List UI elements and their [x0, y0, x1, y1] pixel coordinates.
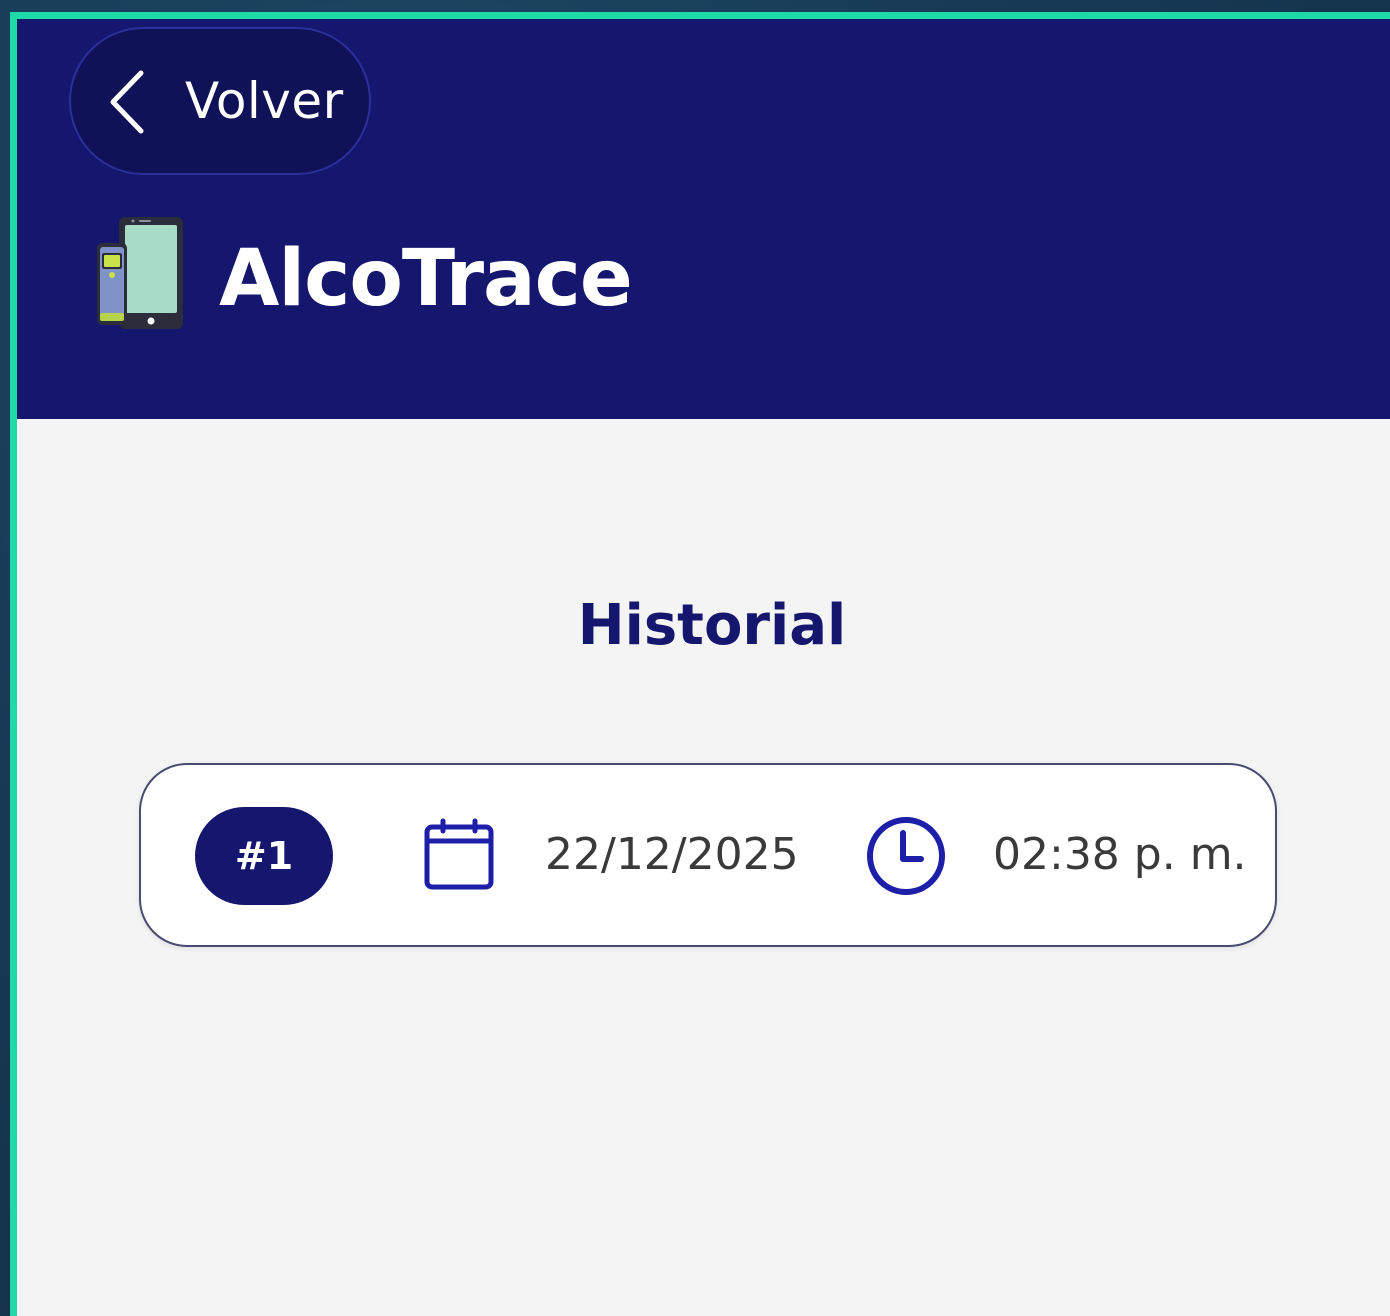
calendar-icon [424, 818, 494, 890]
page-title: Historial [577, 593, 847, 658]
record-time: 02:38 p. m. [993, 829, 1247, 880]
app-window: Volver AlcoTrace Historial #1 22/12/2025… [10, 12, 1390, 1316]
app-title: AlcoTrace [219, 234, 633, 324]
back-button[interactable]: Volver [69, 27, 371, 175]
breathalyzer-phone-logo-icon [97, 217, 183, 329]
chevron-left-icon [110, 70, 144, 134]
history-record-card[interactable]: #1 22/12/2025 02:38 p. m. [139, 763, 1277, 947]
back-button-label: Volver [185, 72, 344, 130]
clock-icon [867, 817, 945, 895]
app-header: Volver AlcoTrace [17, 19, 1390, 419]
record-date: 22/12/2025 [545, 829, 799, 880]
record-number-badge: #1 [195, 807, 333, 905]
